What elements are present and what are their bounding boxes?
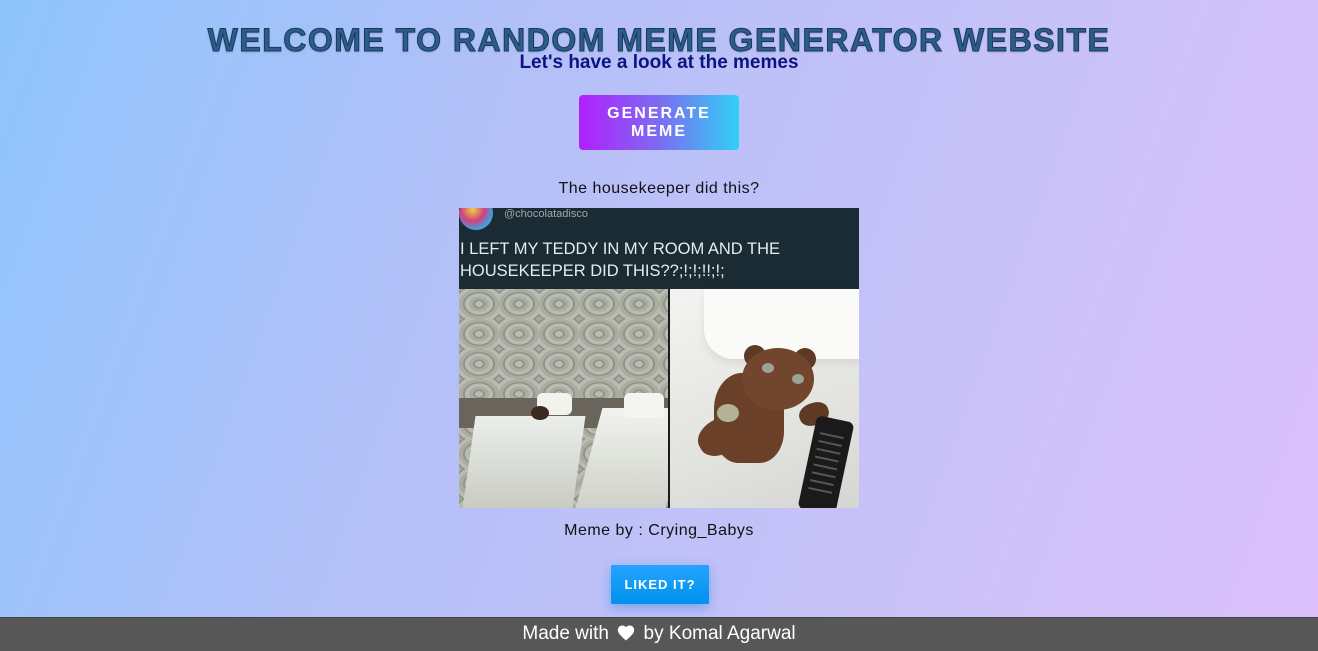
teddy-small [531,406,549,420]
teddy-paw [717,404,739,422]
footer: Made with by Komal Agarwal [0,617,1318,651]
meme-photos [459,208,859,508]
footer-prefix: Made with [522,623,609,644]
liked-it-button[interactable]: LIKED IT? [611,565,709,604]
teddy-eye [762,363,774,373]
generate-meme-button[interactable]: GENERATE MEME [579,95,739,150]
pillow-right [624,393,664,418]
meme-title: The housekeeper did this? [558,180,760,197]
teddy-eye [792,374,804,384]
bed-left [462,416,586,508]
meme-credit: Meme by : Crying_Babys [564,522,754,539]
heart-icon [618,625,635,641]
footer-suffix: by Komal Agarwal [643,623,796,644]
page-subtitle: Let's have a look at the memes [519,52,799,73]
